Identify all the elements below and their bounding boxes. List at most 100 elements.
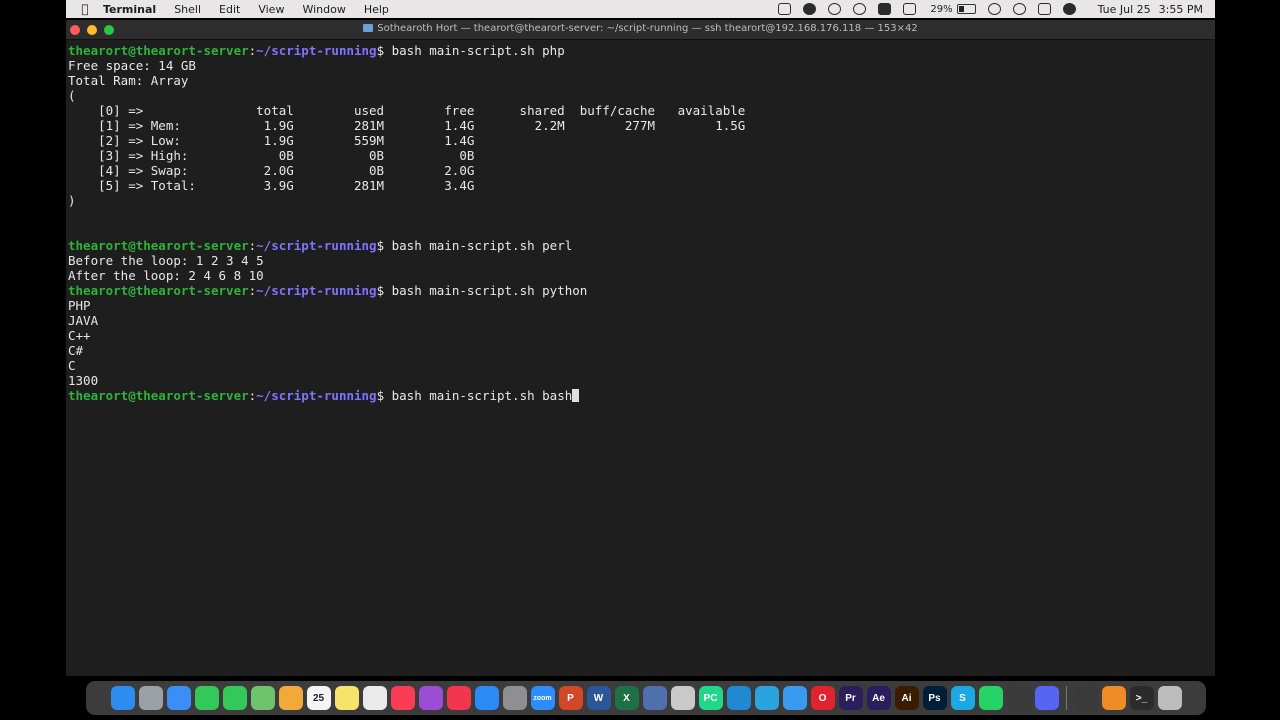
whatsapp-icon[interactable] xyxy=(978,686,1003,710)
output-line: [4] => Swap: 2.0G 0B 2.0G xyxy=(68,163,475,178)
mail-icon[interactable] xyxy=(166,686,191,710)
skype-icon[interactable]: S xyxy=(950,686,975,710)
battery-icon[interactable] xyxy=(956,4,976,14)
photoshop-icon[interactable]: Ps xyxy=(922,686,947,710)
zoom-icon[interactable]: zoom xyxy=(530,686,555,710)
output-line: C xyxy=(68,358,76,373)
discord-icon[interactable] xyxy=(1034,686,1059,710)
screen-mirror-icon[interactable] xyxy=(778,3,792,15)
reminders-icon[interactable] xyxy=(362,686,387,710)
powerpoint-icon[interactable]: P xyxy=(558,686,583,710)
command-text: bash main-script.sh python xyxy=(384,283,588,298)
messages-icon[interactable] xyxy=(222,686,247,710)
output-line: C++ xyxy=(68,328,91,343)
output-line: PHP xyxy=(68,298,91,313)
vlc-icon[interactable] xyxy=(1101,686,1126,710)
output-line: After the loop: 2 4 6 8 10 xyxy=(68,268,264,283)
prompt-line: thearort@thearort-server:~/script-runnin… xyxy=(68,283,1215,298)
menu-app-name[interactable]: Terminal xyxy=(94,3,165,16)
output-line: [0] => total used free shared buff/cache… xyxy=(68,103,746,118)
opera-icon[interactable]: O xyxy=(810,686,835,710)
menu-view[interactable]: View xyxy=(249,3,293,16)
battery-percent: 29% xyxy=(930,3,953,15)
prompt-path: ~/script-running xyxy=(256,43,377,58)
prompt-line: thearort@thearort-server:~/script-runnin… xyxy=(68,388,1215,403)
clock[interactable]: Tue Jul 25 3:55 PM xyxy=(1090,3,1203,16)
menu-help[interactable]: Help xyxy=(355,3,398,16)
prompt-path: ~/script-running xyxy=(256,283,377,298)
vscode-icon[interactable] xyxy=(726,686,751,710)
output-line: [2] => Low: 1.9G 559M 1.4G xyxy=(68,133,475,148)
menu-edit[interactable]: Edit xyxy=(210,3,249,16)
news-icon[interactable] xyxy=(446,686,471,710)
premiere-label: Pr xyxy=(845,692,856,704)
time-machine-icon[interactable] xyxy=(853,3,867,15)
terminal-icon[interactable]: >_ xyxy=(1129,686,1154,710)
output-line: C# xyxy=(68,343,84,358)
illustrator-icon[interactable]: Ai xyxy=(894,686,919,710)
prompt-symbol: $ xyxy=(376,43,385,58)
creative-cloud-icon[interactable] xyxy=(803,3,817,15)
menu-window[interactable]: Window xyxy=(293,3,354,16)
calendar-icon[interactable]: 25 xyxy=(306,686,331,710)
command-text: bash main-script.sh perl xyxy=(384,238,573,253)
after-effects-label: Ae xyxy=(872,692,885,704)
system-settings-icon[interactable] xyxy=(502,686,527,710)
terminal-output[interactable]: thearort@thearort-server:~/script-runnin… xyxy=(66,40,1215,403)
clock-date: Tue Jul 25 xyxy=(1097,2,1151,16)
grammarly-icon[interactable] xyxy=(828,3,842,15)
apple-icon[interactable]:  xyxy=(76,2,94,16)
prompt-user: thearort@thearort-server xyxy=(68,43,249,58)
window-titlebar[interactable]: Sothearoth Hort — thearort@thearort-serv… xyxy=(66,20,1215,40)
prompt-path: ~/script-running xyxy=(256,238,377,253)
output-line: 1300 xyxy=(68,373,99,388)
output-line: Before the loop: 1 2 3 4 5 xyxy=(68,253,264,268)
virtualbox-icon[interactable] xyxy=(642,686,667,710)
output-line: [5] => Total: 3.9G 281M 3.4G xyxy=(68,178,475,193)
word-label: W xyxy=(593,692,604,704)
output-line: [3] => High: 0B 0B 0B xyxy=(68,148,475,163)
maps-icon[interactable] xyxy=(250,686,275,710)
trash-icon[interactable] xyxy=(1157,686,1182,710)
premiere-icon[interactable]: Pr xyxy=(838,686,863,710)
output-line: Free space: 14 GB xyxy=(68,58,196,73)
compass-icon[interactable] xyxy=(1006,686,1031,710)
finder-icon[interactable] xyxy=(110,686,135,710)
output-line: Total Ram: Array xyxy=(68,73,189,88)
dock-separator xyxy=(1065,686,1067,710)
folder-icon xyxy=(363,24,374,32)
utility-icon[interactable] xyxy=(670,686,695,710)
podcasts-icon[interactable] xyxy=(418,686,443,710)
wifi-icon[interactable] xyxy=(987,3,1001,15)
excel-label: X xyxy=(623,692,630,704)
bluetooth-icon[interactable] xyxy=(903,3,917,15)
search-icon[interactable] xyxy=(1012,3,1026,15)
launchpad-icon[interactable] xyxy=(138,686,163,710)
pycharm-icon[interactable]: PC xyxy=(698,686,723,710)
control-center-icon[interactable] xyxy=(1037,3,1051,15)
menu-bar:  Terminal Shell Edit View Window Help 2… xyxy=(66,0,1215,18)
output-line: [1] => Mem: 1.9G 281M 1.4G 2.2M 277M 1.5… xyxy=(68,118,746,133)
output-line: JAVA xyxy=(68,313,99,328)
music-icon[interactable] xyxy=(390,686,415,710)
after-effects-icon[interactable]: Ae xyxy=(866,686,891,710)
output-line: ) xyxy=(68,193,76,208)
terminal-label: >_ xyxy=(1135,692,1148,704)
menu-shell[interactable]: Shell xyxy=(165,3,210,16)
notes-icon[interactable] xyxy=(334,686,359,710)
screenshot-icon[interactable] xyxy=(1073,686,1098,710)
status-area: 29% Tue Jul 25 3:55 PM xyxy=(772,3,1215,16)
excel-icon[interactable]: X xyxy=(614,686,639,710)
prompt-symbol: $ xyxy=(376,283,385,298)
illustrator-label: Ai xyxy=(901,692,912,704)
facetime-icon[interactable] xyxy=(194,686,219,710)
input-source-icon[interactable] xyxy=(878,3,892,15)
terminal-window: Sothearoth Hort — thearort@thearort-serv… xyxy=(66,20,1215,676)
prompt-line: thearort@thearort-server:~/script-runnin… xyxy=(68,238,1215,253)
siri-icon[interactable] xyxy=(1062,3,1076,15)
photos-icon[interactable] xyxy=(278,686,303,710)
word-icon[interactable]: W xyxy=(586,686,611,710)
safari-icon[interactable] xyxy=(782,686,807,710)
telegram-icon[interactable] xyxy=(754,686,779,710)
app-store-icon[interactable] xyxy=(474,686,499,710)
